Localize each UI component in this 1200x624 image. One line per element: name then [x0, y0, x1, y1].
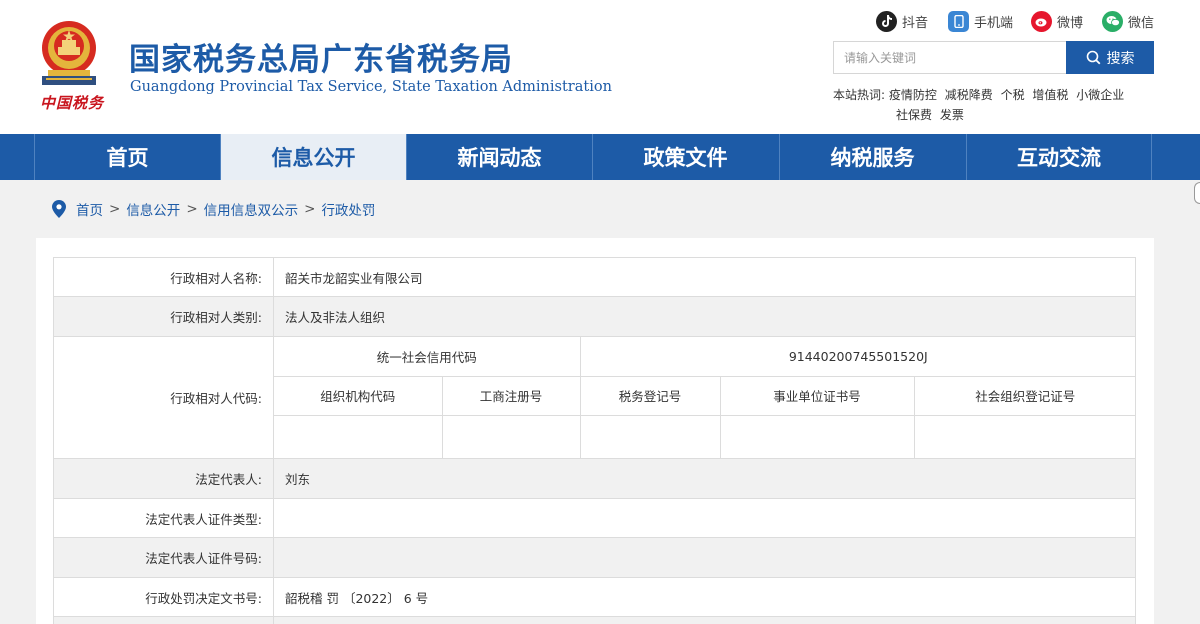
site-title: 国家税务总局广东省税务局: [129, 42, 513, 78]
breadcrumb: 首页 > 信息公开 > 信用信息双公示 > 行政处罚: [52, 199, 375, 219]
site-header: 中国税务 国家税务总局广东省税务局 Guangdong Provincial T…: [0, 0, 1200, 134]
table-row: 行政相对人类别: 法人及非法人组织: [53, 296, 1136, 337]
location-pin-icon: [52, 200, 66, 218]
category-label: 行政相对人类别:: [53, 296, 274, 337]
next-row-label: [53, 616, 274, 624]
nav-item-interaction[interactable]: 互动交流: [966, 134, 1152, 180]
legal-rep-value: 刘东: [273, 458, 1136, 499]
id-type-label: 法定代表人证件类型:: [53, 498, 274, 538]
business-reg-value: [441, 414, 581, 458]
breadcrumb-separator: >: [109, 201, 121, 217]
social-org-value: [913, 414, 1137, 458]
national-emblem-icon: [42, 21, 96, 85]
social-label: 微信: [1128, 15, 1155, 31]
breadcrumb-info-disclosure[interactable]: 信息公开: [126, 199, 180, 219]
penalty-detail-table: 行政相对人名称: 韶关市龙韶实业有限公司 行政相对人类别: 法人及非法人组织 行…: [53, 257, 1137, 624]
table-row: 统一社会信用代码 91440200745501520J: [274, 337, 1137, 377]
breadcrumb-separator: >: [186, 201, 198, 217]
scrollbar-handle[interactable]: [1194, 182, 1200, 204]
table-row: 行政相对人代码: 统一社会信用代码 91440200745501520J 组织机…: [53, 336, 1137, 459]
nav-item-info-disclosure[interactable]: 信息公开: [220, 134, 406, 180]
weibo-icon: [1031, 10, 1052, 32]
hot-words-label: 本站热词:: [833, 88, 886, 102]
social-mobile[interactable]: 手机端: [948, 10, 1013, 32]
search-input[interactable]: [833, 41, 1066, 74]
decision-no-label: 行政处罚决定文书号:: [53, 577, 274, 617]
code-subtable-cell: 统一社会信用代码 91440200745501520J 组织机构代码 工商注册号…: [273, 336, 1137, 459]
mobile-icon: [948, 10, 969, 32]
org-code-header: 组织机构代码: [274, 375, 443, 416]
search-button-label: 搜索: [1106, 50, 1135, 67]
social-label: 手机端: [974, 15, 1014, 31]
hot-word-link[interactable]: 发票: [940, 108, 964, 122]
org-code-value: [274, 414, 443, 458]
social-douyin[interactable]: 抖音: [876, 10, 928, 32]
main-nav: 首页 信息公开 新闻动态 政策文件 纳税服务 互动交流: [0, 134, 1200, 180]
name-label: 行政相对人名称:: [53, 257, 274, 297]
decision-no-value: 韶税稽 罚 〔2022〕 6 号: [273, 577, 1136, 617]
hot-word-link[interactable]: 增值税: [1032, 88, 1068, 102]
hot-word-link[interactable]: 小微企业: [1076, 88, 1124, 102]
code-label: 行政相对人代码:: [53, 336, 274, 459]
table-row: 组织机构代码 工商注册号 税务登记号 事业单位证书号 社会组织登记证号: [274, 375, 1137, 416]
breadcrumb-separator: >: [304, 201, 316, 217]
site-subtitle: Guangdong Provincial Tax Service, State …: [130, 79, 612, 95]
table-row: 法定代表人证件类型:: [53, 498, 1136, 538]
wechat-icon: [1102, 10, 1123, 32]
id-number-value: [273, 537, 1136, 578]
table-row: 法定代表人: 刘东: [53, 458, 1136, 499]
tax-reg-header: 税务登记号: [579, 375, 721, 416]
credit-code-label: 统一社会信用代码: [274, 337, 581, 377]
category-value: 法人及非法人组织: [273, 296, 1136, 337]
code-subtable: 统一社会信用代码 91440200745501520J 组织机构代码 工商注册号…: [274, 337, 1137, 458]
nav-item-policy[interactable]: 政策文件: [592, 134, 778, 180]
hot-word-link[interactable]: 减税降费: [945, 88, 993, 102]
social-wechat[interactable]: 微信: [1102, 10, 1154, 32]
search-icon: [1086, 50, 1100, 65]
social-weibo[interactable]: 微博: [1031, 10, 1083, 32]
table-row: [53, 616, 1136, 624]
breadcrumb-admin-penalty[interactable]: 行政处罚: [321, 199, 375, 219]
social-org-header: 社会组织登记证号: [913, 375, 1137, 416]
nav-item-tax-service[interactable]: 纳税服务: [779, 134, 965, 180]
social-label: 抖音: [902, 15, 929, 31]
seal-text: 中国税务: [40, 94, 105, 112]
name-value: 韶关市龙韶实业有限公司: [273, 257, 1136, 297]
hot-word-link[interactable]: 社保费: [896, 108, 932, 122]
breadcrumb-home[interactable]: 首页: [76, 199, 103, 219]
legal-rep-label: 法定代表人:: [53, 458, 274, 499]
id-type-value: [273, 498, 1136, 538]
tax-reg-value: [579, 414, 721, 458]
social-label: 微博: [1057, 15, 1084, 31]
hot-words: 本站热词: 疫情防控 减税降费 个税 增值税 小微企业 社保费 发票: [833, 85, 1153, 125]
search-button[interactable]: 搜索: [1066, 41, 1154, 74]
hot-word-link[interactable]: 个税: [1001, 88, 1025, 102]
business-reg-header: 工商注册号: [441, 375, 581, 416]
id-number-label: 法定代表人证件号码:: [53, 537, 274, 578]
credit-code-value: 91440200745501520J: [579, 337, 1137, 377]
institution-cert-header: 事业单位证书号: [719, 375, 915, 416]
hot-word-link[interactable]: 疫情防控: [889, 88, 937, 102]
nav-item-news[interactable]: 新闻动态: [406, 134, 592, 180]
douyin-icon: [876, 10, 897, 32]
table-row: 法定代表人证件号码:: [53, 537, 1136, 578]
table-row: [274, 414, 1137, 458]
nav-item-home[interactable]: 首页: [34, 134, 220, 180]
table-row: 行政相对人名称: 韶关市龙韶实业有限公司: [53, 257, 1136, 297]
table-row: 行政处罚决定文书号: 韶税稽 罚 〔2022〕 6 号: [53, 577, 1136, 617]
next-row-value: [273, 616, 1136, 624]
institution-cert-value: [719, 414, 915, 458]
breadcrumb-credit-info[interactable]: 信用信息双公示: [204, 199, 299, 219]
